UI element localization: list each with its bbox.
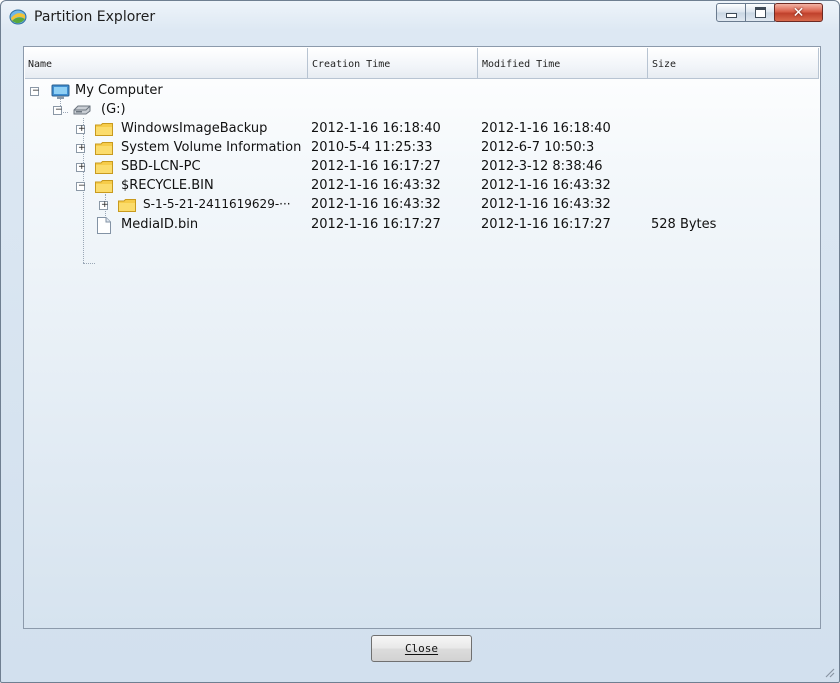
tree-row[interactable]: − $RECYCLE.BIN 2012-1-16 16:43:32 2012-1… <box>24 177 818 196</box>
tree-row[interactable]: + System Volume Information 2010-5-4 11:… <box>24 139 818 158</box>
item-name: MediaID.bin <box>121 217 199 232</box>
column-header-size[interactable]: Size <box>648 48 819 79</box>
partition-explorer-window: Partition Explorer ✕ Name Creation Time … <box>0 0 840 683</box>
minus-icon: − <box>78 181 86 191</box>
item-creation-time: 2012-1-16 16:18:40 <box>311 121 441 136</box>
item-creation-time: 2012-1-16 16:43:32 <box>311 178 441 193</box>
item-name: WindowsImageBackup <box>121 121 268 136</box>
expand-toggle[interactable]: + <box>76 124 86 134</box>
minimize-button[interactable] <box>716 3 746 22</box>
title-bar[interactable]: Partition Explorer ✕ <box>1 1 839 35</box>
app-icon <box>9 9 27 25</box>
item-name: S-1-5-21-2411619629-··· <box>143 197 291 211</box>
close-button[interactable]: Close <box>371 635 472 662</box>
collapse-toggle[interactable]: − <box>76 181 86 191</box>
expand-toggle[interactable]: + <box>76 143 86 153</box>
column-header-creation-time[interactable]: Creation Time <box>308 48 478 79</box>
close-window-button[interactable]: ✕ <box>774 3 823 22</box>
tree-row-my-computer[interactable]: − My Computer <box>24 82 818 101</box>
tree-row[interactable]: + WindowsImageBackup 2012-1-16 16:18:40 … <box>24 120 818 139</box>
minus-icon: − <box>32 86 40 96</box>
tree-row[interactable]: MediaID.bin 2012-1-16 16:17:27 2012-1-16… <box>24 216 818 235</box>
expand-toggle[interactable]: + <box>99 200 109 210</box>
drive-icon <box>73 105 91 115</box>
item-modified-time: 2012-1-16 16:43:32 <box>481 197 611 212</box>
folder-icon <box>95 123 113 136</box>
tree-row[interactable]: + S-1-5-21-2411619629-··· 2012-1-16 16:4… <box>24 196 818 215</box>
plus-icon: + <box>78 143 86 153</box>
close-button-label: Close <box>404 642 439 655</box>
item-modified-time: 2012-3-12 8:38:46 <box>481 159 603 174</box>
folder-icon <box>95 180 113 193</box>
plus-icon: + <box>78 124 86 134</box>
folder-icon <box>95 161 113 174</box>
expand-toggle[interactable]: + <box>76 162 86 172</box>
file-icon <box>97 217 111 234</box>
plus-icon: + <box>101 200 109 210</box>
tree-connector <box>83 263 95 264</box>
maximize-button[interactable] <box>745 3 775 22</box>
computer-icon <box>51 84 70 99</box>
tree-label: (G:) <box>101 102 126 117</box>
item-modified-time: 2012-1-16 16:43:32 <box>481 178 611 193</box>
folder-icon <box>95 142 113 155</box>
item-creation-time: 2010-5-4 11:25:33 <box>311 140 433 155</box>
resize-grip-icon[interactable] <box>823 666 835 678</box>
folder-icon <box>118 199 136 212</box>
item-modified-time: 2012-1-16 16:18:40 <box>481 121 611 136</box>
minus-icon: − <box>55 105 63 115</box>
item-size: 528 Bytes <box>651 217 717 232</box>
window-title: Partition Explorer <box>34 9 156 25</box>
item-creation-time: 2012-1-16 16:17:27 <box>311 159 441 174</box>
column-header: Name Creation Time Modified Time Size <box>25 48 819 80</box>
plus-icon: + <box>78 162 86 172</box>
close-icon: ✕ <box>792 4 805 21</box>
item-modified-time: 2012-1-16 16:17:27 <box>481 217 611 232</box>
item-creation-time: 2012-1-16 16:17:27 <box>311 217 441 232</box>
column-header-name[interactable]: Name <box>25 48 308 79</box>
item-name: SBD-LCN-PC <box>121 159 201 174</box>
item-name: System Volume Information <box>121 140 302 155</box>
minimize-icon <box>725 13 737 18</box>
item-creation-time: 2012-1-16 16:43:32 <box>311 197 441 212</box>
tree-label: My Computer <box>75 83 163 98</box>
column-header-modified-time[interactable]: Modified Time <box>478 48 648 79</box>
collapse-toggle[interactable]: − <box>30 86 40 96</box>
maximize-icon <box>754 7 766 18</box>
collapse-toggle[interactable]: − <box>53 105 63 115</box>
tree-row-drive-g[interactable]: − (G:) <box>24 101 818 120</box>
tree-row[interactable]: + SBD-LCN-PC 2012-1-16 16:17:27 2012-3-1… <box>24 158 818 177</box>
tree-list-panel[interactable]: Name Creation Time Modified Time Size − <box>23 46 821 629</box>
item-name: $RECYCLE.BIN <box>121 178 214 193</box>
item-modified-time: 2012-6-7 10:50:3 <box>481 140 595 155</box>
